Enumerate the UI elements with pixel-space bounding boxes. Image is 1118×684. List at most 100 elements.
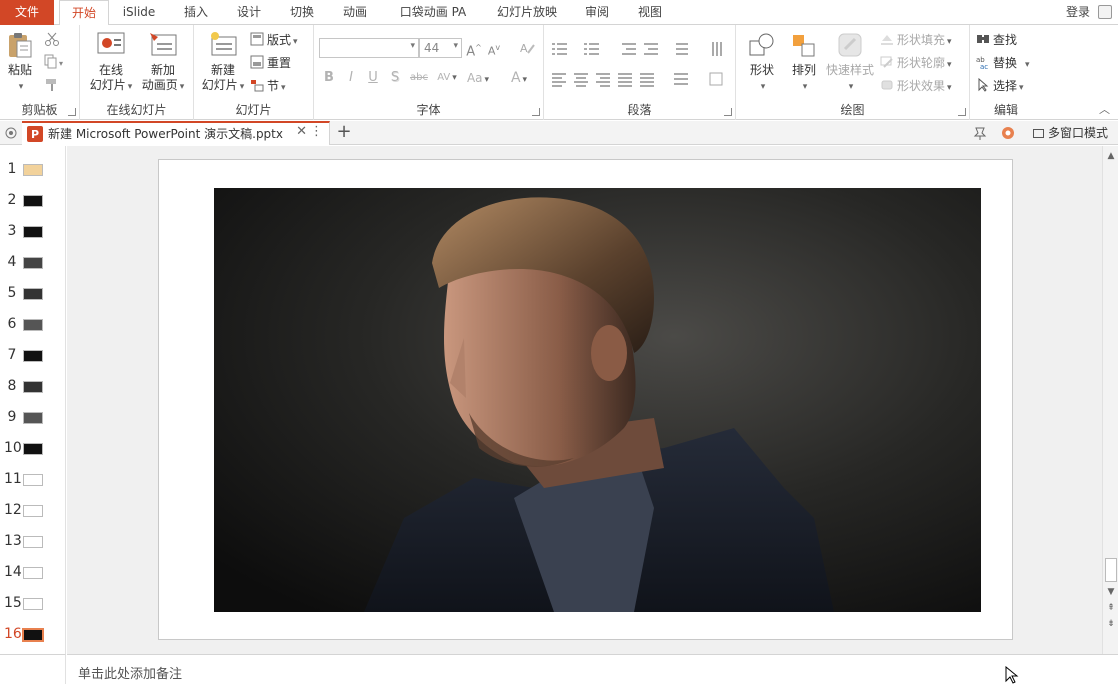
underline-button[interactable]: U bbox=[366, 68, 380, 88]
tab-home[interactable]: 开始 bbox=[59, 0, 109, 26]
slide-thumbnail-image[interactable] bbox=[23, 257, 43, 269]
slide-thumbnail[interactable]: 8 bbox=[0, 372, 66, 403]
find-button[interactable]: 查找 bbox=[976, 30, 1017, 50]
collapse-ribbon-icon[interactable]: ︿ bbox=[1099, 101, 1110, 117]
slide-thumbnail[interactable]: 2 bbox=[0, 186, 66, 217]
previous-slide-icon[interactable]: ⇞ bbox=[1105, 602, 1117, 614]
font-size-combo[interactable]: 44 ▾ bbox=[419, 38, 462, 58]
close-icon[interactable]: ✕ bbox=[296, 124, 307, 139]
arrange-button[interactable]: 排列 ▾ bbox=[784, 31, 824, 95]
replace-button[interactable]: ab ac 替换 ▾ bbox=[976, 53, 1030, 73]
scroll-up-icon[interactable]: ▲ bbox=[1105, 150, 1117, 162]
tab-view[interactable]: 视图 bbox=[626, 0, 674, 25]
add-tab-button[interactable]: + bbox=[334, 121, 354, 145]
paste-button[interactable]: 粘贴 ▾ bbox=[4, 31, 36, 95]
font-color-button[interactable]: A ▾ bbox=[506, 68, 532, 88]
online-slides-button[interactable]: 在线 幻灯片 ▾ bbox=[86, 31, 136, 95]
tab-pocket-animation[interactable]: 口袋动画 PA bbox=[390, 0, 476, 25]
slide-thumbnail[interactable]: 7 bbox=[0, 341, 66, 372]
new-animation-page-button[interactable]: 新加 动画页 ▾ bbox=[138, 31, 188, 95]
paragraph-row1-icons[interactable] bbox=[552, 40, 732, 58]
settings-gear-icon[interactable] bbox=[1000, 125, 1016, 141]
slide-thumbnail[interactable]: 5 bbox=[0, 279, 66, 310]
shape-effects-button[interactable]: 形状效果 ▾ bbox=[880, 76, 952, 96]
clear-format-icon[interactable]: A bbox=[519, 40, 535, 56]
slide-thumbnail[interactable]: 16 bbox=[0, 620, 66, 651]
scroll-down-icon[interactable]: ▼ bbox=[1105, 586, 1117, 598]
multi-window-mode-button[interactable]: 多窗口模式 bbox=[1032, 124, 1108, 141]
scrollbar-thumb[interactable] bbox=[1105, 558, 1117, 582]
slide-thumbnail-image[interactable] bbox=[23, 350, 43, 362]
shape-outline-button[interactable]: 形状轮廓 ▾ bbox=[880, 53, 952, 73]
paragraph-row2-icons[interactable] bbox=[552, 70, 732, 88]
slide-thumbnail[interactable]: 12 bbox=[0, 496, 66, 527]
grow-font-button[interactable]: A^ bbox=[466, 38, 482, 59]
slide-thumbnail-image[interactable] bbox=[23, 412, 43, 424]
slide-thumbnail-image[interactable] bbox=[23, 567, 43, 579]
select-button[interactable]: 选择 ▾ bbox=[976, 76, 1024, 96]
slide-thumbnail[interactable]: 4 bbox=[0, 248, 66, 279]
quick-styles-button[interactable]: 快速样式 ▾ bbox=[824, 31, 876, 95]
tab-settings-icon[interactable] bbox=[4, 126, 18, 140]
tab-file[interactable]: 文件 bbox=[0, 0, 54, 25]
next-slide-icon[interactable]: ⇟ bbox=[1105, 618, 1117, 630]
slide-thumbnail-image[interactable] bbox=[23, 443, 43, 455]
tab-slideshow[interactable]: 幻灯片放映 bbox=[486, 0, 568, 25]
slide-thumbnail-image[interactable] bbox=[23, 288, 43, 300]
italic-button[interactable]: I bbox=[344, 68, 358, 88]
slide-thumbnail[interactable]: 1 bbox=[0, 155, 66, 186]
slide-thumbnail-image[interactable] bbox=[23, 319, 43, 331]
new-slide-button[interactable]: 新建 幻灯片 ▾ bbox=[198, 31, 248, 95]
format-painter-icon[interactable] bbox=[44, 77, 60, 93]
shape-fill-button[interactable]: 形状填充 ▾ bbox=[880, 30, 952, 50]
tab-review[interactable]: 审阅 bbox=[574, 0, 620, 25]
user-avatar[interactable] bbox=[1098, 5, 1112, 19]
font-name-combo[interactable]: ▾ bbox=[319, 38, 419, 58]
shrink-font-button[interactable]: Av bbox=[486, 38, 502, 58]
tab-transitions[interactable]: 切换 bbox=[276, 0, 328, 25]
slide-thumbnail-image[interactable] bbox=[23, 164, 43, 176]
tab-islide[interactable]: iSlide bbox=[114, 0, 164, 25]
slide-thumbnail-image[interactable] bbox=[23, 474, 43, 486]
layout-button[interactable]: 版式 ▾ bbox=[250, 30, 298, 50]
shapes-button[interactable]: 形状 ▾ bbox=[742, 31, 782, 95]
slide-thumbnail-image[interactable] bbox=[23, 536, 43, 548]
slide-thumbnail[interactable]: 9 bbox=[0, 403, 66, 434]
font-launcher-icon[interactable] bbox=[532, 108, 540, 116]
slide-thumbnail-image[interactable] bbox=[22, 628, 44, 642]
clipboard-launcher-icon[interactable] bbox=[68, 108, 76, 116]
reset-button[interactable]: 重置 bbox=[250, 53, 291, 73]
more-options-icon[interactable]: ⋮ bbox=[310, 124, 323, 139]
slide-thumbnail-image[interactable] bbox=[23, 505, 43, 517]
current-slide[interactable] bbox=[158, 159, 1013, 640]
tab-document[interactable]: P 新建 Microsoft PowerPoint 演示文稿.pptx ✕ ⋮ bbox=[22, 121, 330, 145]
slide-thumbnail[interactable]: 14 bbox=[0, 558, 66, 589]
section-button[interactable]: 节 ▾ bbox=[250, 76, 286, 96]
slide-thumbnail-image[interactable] bbox=[23, 598, 43, 610]
change-case-button[interactable]: Aa ▾ bbox=[464, 68, 492, 88]
slide-thumbnail[interactable]: 15 bbox=[0, 589, 66, 620]
slide-thumbnail-image[interactable] bbox=[23, 381, 43, 393]
login-button[interactable]: 登录 bbox=[1066, 0, 1090, 25]
slide-thumbnail[interactable]: 13 bbox=[0, 527, 66, 558]
slide-thumbnail[interactable]: 6 bbox=[0, 310, 66, 341]
slide-thumbnail[interactable]: 11 bbox=[0, 465, 66, 496]
slide-thumbnail-image[interactable] bbox=[23, 195, 43, 207]
cut-icon[interactable] bbox=[44, 31, 60, 47]
tab-design[interactable]: 设计 bbox=[224, 0, 274, 25]
slide-photo[interactable] bbox=[214, 188, 981, 612]
pin-icon[interactable] bbox=[972, 125, 988, 141]
shadow-button[interactable]: S bbox=[388, 68, 402, 88]
tab-animations[interactable]: 动画 bbox=[330, 0, 380, 25]
paragraph-launcher-icon[interactable] bbox=[724, 108, 732, 116]
notes-pane[interactable]: 单击此处添加备注 bbox=[67, 654, 1118, 684]
character-spacing-button[interactable]: AV ▾ bbox=[434, 68, 460, 88]
slide-thumbnail-image[interactable] bbox=[23, 226, 43, 238]
bold-button[interactable]: B bbox=[322, 68, 336, 88]
tab-insert[interactable]: 插入 bbox=[170, 0, 222, 25]
vertical-scrollbar[interactable]: ▲ ▼ ⇞ ⇟ bbox=[1102, 146, 1118, 654]
slide-thumbnail[interactable]: 3 bbox=[0, 217, 66, 248]
drawing-launcher-icon[interactable] bbox=[958, 108, 966, 116]
strikethrough-button[interactable]: abc bbox=[408, 68, 430, 88]
slide-thumbnail[interactable]: 10 bbox=[0, 434, 66, 465]
